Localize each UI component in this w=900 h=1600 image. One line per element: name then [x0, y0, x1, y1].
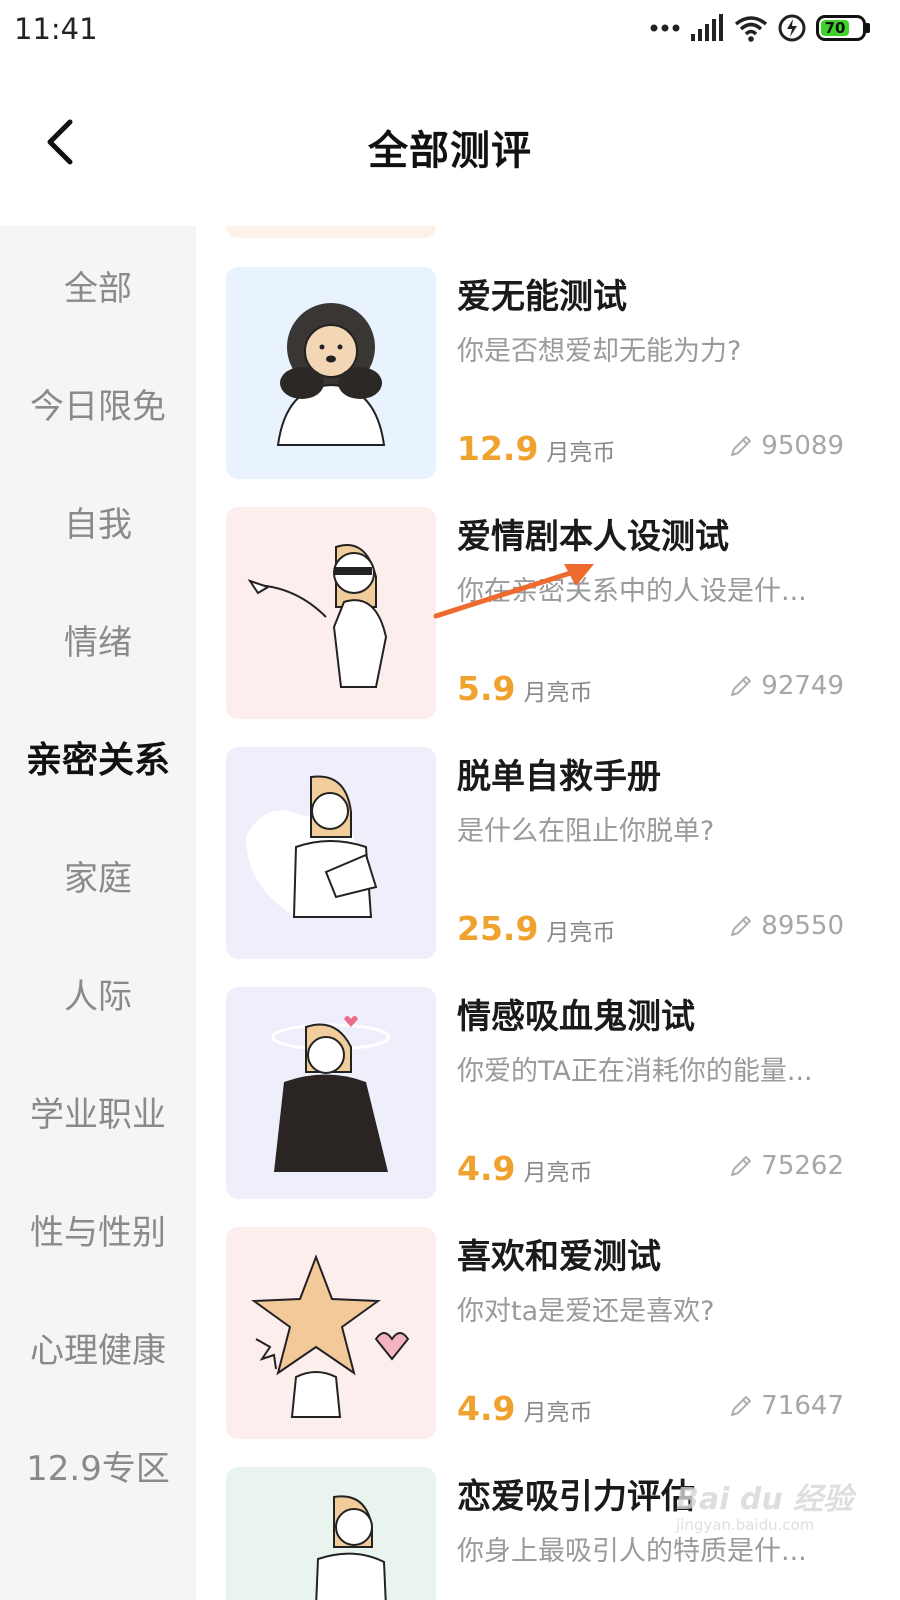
- reading-character-illustration: [226, 747, 436, 959]
- sidebar-item-intimacy[interactable]: 亲密关系: [0, 698, 196, 816]
- watermark-text: Bai du 经验: [676, 1482, 854, 1517]
- pencil-icon: [731, 436, 752, 456]
- test-price: 12.9 月亮币: [457, 429, 615, 468]
- test-price: 5.9 月亮币: [457, 669, 592, 708]
- partial-card-above[interactable]: [226, 226, 436, 238]
- sidebar-item-mental-health[interactable]: 心理健康: [0, 1288, 196, 1406]
- participant-count: 89550: [729, 911, 844, 941]
- test-title: 爱情剧本人设测试: [457, 517, 729, 557]
- status-bar: 11:41 70: [0, 0, 900, 62]
- pencil-icon: [731, 916, 752, 936]
- lion-character-illustration: [226, 267, 436, 479]
- test-thumbnail: [226, 507, 436, 719]
- test-thumbnail: [226, 267, 436, 479]
- more-dots-icon: [650, 24, 680, 32]
- participant-count: 75262: [729, 1151, 844, 1181]
- price-value: 25.9: [457, 909, 539, 948]
- test-title: 喜欢和爱测试: [457, 1237, 661, 1277]
- price-unit: 月亮币: [546, 920, 616, 946]
- sidebar-item-family[interactable]: 家庭: [0, 816, 196, 934]
- participant-count: 92749: [729, 671, 844, 701]
- page-title: 全部测评: [368, 128, 532, 174]
- test-description: 你爱的TA正在消耗你的能量...: [457, 1056, 813, 1087]
- price-value: 4.9: [457, 1149, 516, 1188]
- price-value: 12.9: [457, 429, 539, 468]
- count-value: 75262: [761, 1151, 844, 1181]
- price-value: 5.9: [457, 669, 516, 708]
- pencil-icon: [731, 676, 752, 696]
- test-price: 25.9 月亮币: [457, 909, 615, 948]
- test-title: 情感吸血鬼测试: [457, 997, 695, 1037]
- sidebar-item-gender[interactable]: 性与性别: [0, 1170, 196, 1288]
- sidebar-item-self[interactable]: 自我: [0, 462, 196, 580]
- category-sidebar: 全部 今日限免 自我 情绪 亲密关系 家庭 人际 学业职业 性与性别 心理健康 …: [0, 226, 196, 1600]
- battery-icon: 70: [816, 15, 870, 41]
- status-icons: 70: [650, 14, 870, 42]
- test-card[interactable]: 爱无能测试 你是否想爱却无能为力? 12.9 月亮币 95089: [226, 267, 876, 479]
- test-title: 脱单自救手册: [457, 757, 661, 797]
- count-value: 71647: [761, 1391, 844, 1421]
- star-character-illustration: [226, 1227, 436, 1439]
- price-value: 4.9: [457, 1389, 516, 1428]
- test-thumbnail: [226, 1227, 436, 1439]
- signal-icon: [691, 14, 723, 41]
- sidebar-item-career[interactable]: 学业职业: [0, 1052, 196, 1170]
- participant-count: 95089: [729, 431, 844, 461]
- charging-icon: [778, 14, 806, 42]
- sidebar-item-free-today[interactable]: 今日限免: [0, 344, 196, 462]
- sidebar-item-zone-12-9[interactable]: 12.9专区: [0, 1406, 196, 1524]
- participant-count: 71647: [729, 1391, 844, 1421]
- test-description: 是什么在阻止你脱单?: [457, 816, 715, 847]
- test-price: 4.9 月亮币: [457, 1389, 592, 1428]
- test-title: 恋爱吸引力评估: [457, 1477, 695, 1517]
- price-unit: 月亮币: [523, 680, 593, 706]
- test-thumbnail: [226, 1467, 436, 1600]
- status-time: 11:41: [14, 12, 98, 46]
- test-card[interactable]: 脱单自救手册 是什么在阻止你脱单? 25.9 月亮币 89550: [226, 747, 876, 959]
- count-value: 95089: [761, 431, 844, 461]
- test-list: 爱无能测试 你是否想爱却无能为力? 12.9 月亮币 95089 爱情剧本人设测…: [196, 226, 900, 1600]
- pencil-icon: [731, 1156, 752, 1176]
- price-unit: 月亮币: [523, 1160, 593, 1186]
- test-thumbnail: [226, 987, 436, 1199]
- sidebar-item-social[interactable]: 人际: [0, 934, 196, 1052]
- sidebar-item-all[interactable]: 全部: [0, 226, 196, 344]
- test-card[interactable]: 情感吸血鬼测试 你爱的TA正在消耗你的能量... 4.9 月亮币 75262: [226, 987, 876, 1199]
- test-price: 4.9 月亮币: [457, 1149, 592, 1188]
- count-value: 92749: [761, 671, 844, 701]
- price-unit: 月亮币: [523, 1400, 593, 1426]
- test-title: 爱无能测试: [457, 277, 627, 317]
- masked-character-illustration: [226, 507, 436, 719]
- test-thumbnail: [226, 747, 436, 959]
- baidu-watermark: Bai du 经验 jingyan.baidu.com: [676, 1466, 876, 1536]
- test-card[interactable]: 爱情剧本人设测试 你在亲密关系中的人设是什... 5.9 月亮币 92749: [226, 507, 876, 719]
- cloaked-character-illustration: [226, 987, 436, 1199]
- test-description: 你在亲密关系中的人设是什...: [457, 576, 807, 607]
- watermark-domain: jingyan.baidu.com: [676, 1516, 815, 1534]
- test-card[interactable]: 喜欢和爱测试 你对ta是爱还是喜欢? 4.9 月亮币 71647: [226, 1227, 876, 1439]
- header: 全部测评: [0, 62, 900, 226]
- sidebar-item-emotion[interactable]: 情绪: [0, 580, 196, 698]
- pencil-icon: [731, 1396, 752, 1416]
- test-description: 你是否想爱却无能为力?: [457, 336, 742, 367]
- price-unit: 月亮币: [546, 440, 616, 466]
- thumb-bg: [226, 507, 436, 719]
- battery-level: 70: [824, 19, 846, 37]
- count-value: 89550: [761, 911, 844, 941]
- person-character-illustration: [226, 1467, 436, 1600]
- wifi-icon: [734, 16, 768, 42]
- test-description: 你对ta是爱还是喜欢?: [457, 1296, 715, 1327]
